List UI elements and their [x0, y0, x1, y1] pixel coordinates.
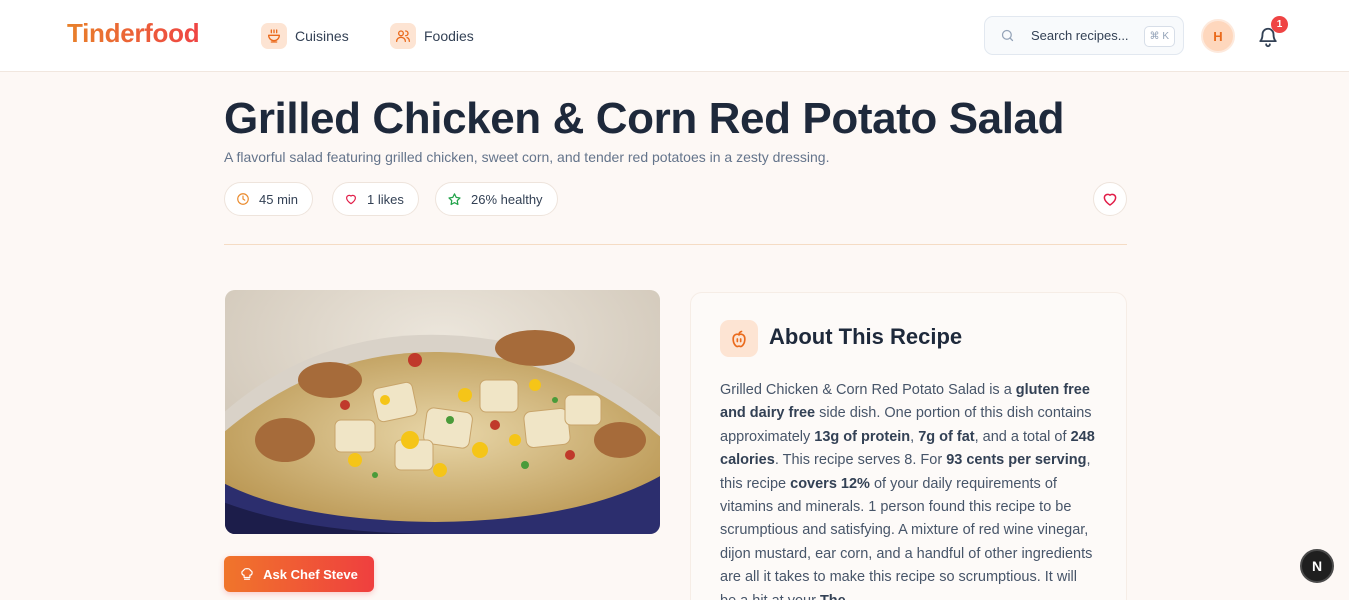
- clock-icon: [237, 193, 249, 205]
- users-icon: [390, 23, 416, 49]
- chef-hat-icon: [241, 568, 253, 580]
- heart-icon: [1103, 193, 1117, 206]
- about-description: Grilled Chicken & Corn Red Potato Salad …: [720, 379, 1096, 600]
- about-highlight: covers 12%: [790, 475, 870, 492]
- apple-icon: [720, 320, 758, 357]
- dev-indicator-button[interactable]: N: [1300, 549, 1334, 583]
- favorite-button[interactable]: [1093, 182, 1127, 216]
- nav-foodies-label: Foodies: [424, 28, 474, 44]
- divider: [224, 244, 1127, 245]
- time-pill: 45 min: [224, 182, 314, 216]
- notification-badge: 1: [1271, 16, 1288, 33]
- likes-value: 1 likes: [367, 191, 404, 207]
- about-highlight: 7g of fat: [918, 428, 975, 445]
- page-title: Grilled Chicken & Corn Red Potato Salad: [224, 94, 1065, 143]
- search-shortcut: ⌘ K: [1143, 26, 1175, 47]
- about-text-run: of your daily requirements of vitamins a…: [720, 475, 1093, 600]
- search-box[interactable]: Search recipes... ⌘ K: [984, 16, 1184, 55]
- recipe-subtitle: A flavorful salad featuring grilled chic…: [224, 149, 830, 165]
- ask-chef-label: Ask Chef Steve: [263, 566, 358, 582]
- about-highlight: 93 cents per serving: [946, 452, 1087, 469]
- recipe-image: [225, 290, 660, 534]
- about-text-run: . This recipe serves 8. For: [774, 452, 947, 469]
- about-text-run: Grilled Chicken & Corn Red Potato Salad …: [720, 382, 1016, 398]
- heart-icon: [346, 194, 356, 205]
- likes-pill: 1 likes: [332, 182, 419, 216]
- logo[interactable]: Tinderfood: [67, 18, 200, 49]
- search-placeholder: Search recipes...: [1031, 28, 1129, 43]
- about-text-run: , and a total of: [974, 428, 1071, 445]
- healthy-pill: 26% healthy: [435, 182, 558, 216]
- time-value: 45 min: [259, 191, 299, 207]
- bowl-icon: [261, 23, 287, 49]
- ask-chef-button[interactable]: Ask Chef Steve: [224, 556, 374, 592]
- about-highlight: 13g of protein: [814, 428, 911, 445]
- about-title: About This Recipe: [769, 324, 963, 349]
- nav-cuisines[interactable]: Cuisines: [261, 23, 349, 49]
- healthy-value: 26% healthy: [471, 191, 543, 207]
- top-navbar: Tinderfood Cuisines Foodies Search recip…: [0, 0, 1349, 72]
- nav-cuisines-label: Cuisines: [295, 28, 349, 44]
- about-highlight: The: [820, 593, 846, 600]
- star-icon: [448, 192, 461, 205]
- avatar[interactable]: H: [1201, 19, 1235, 53]
- search-icon: [1001, 29, 1014, 42]
- nav-foodies[interactable]: Foodies: [390, 23, 474, 49]
